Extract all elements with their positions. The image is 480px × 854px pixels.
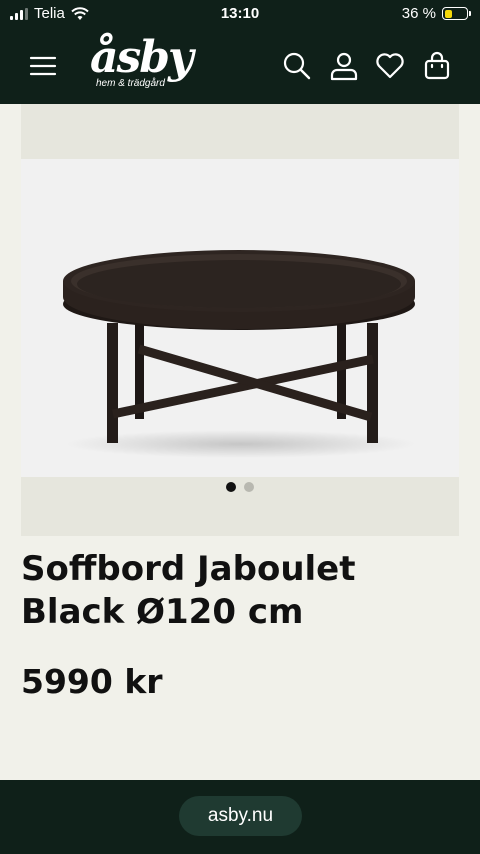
product-image-gallery[interactable] [21, 104, 459, 536]
product-photo[interactable] [21, 159, 459, 477]
account-icon[interactable] [328, 50, 360, 82]
status-bar: Telia 13:10 36 % [0, 0, 480, 28]
logo-wordmark: åsby [90, 32, 194, 83]
pagination-dot[interactable] [226, 482, 236, 492]
site-logo[interactable]: åsby hem & trädgård [90, 32, 230, 92]
battery-percent: 36 % [401, 5, 436, 22]
browser-url-field[interactable]: asby.nu [179, 796, 302, 836]
site-header: åsby hem & trädgård [0, 28, 480, 104]
status-right: 36 % [401, 5, 471, 22]
gallery-pagination [21, 482, 459, 492]
coffee-table-image [63, 250, 416, 458]
product-title: Soffbord Jaboulet Black Ø120 cm [21, 549, 356, 632]
menu-icon[interactable] [27, 50, 59, 82]
logo-subtitle: hem & trädgård [96, 78, 165, 89]
top-bar: Telia 13:10 36 % åsby hem & trädgård [0, 0, 480, 104]
product-price: 5990 kr [21, 662, 163, 701]
wishlist-heart-icon[interactable] [374, 50, 406, 82]
pagination-dot[interactable] [244, 482, 254, 492]
search-icon[interactable] [281, 50, 313, 82]
browser-bottom-bar: asby.nu [0, 780, 480, 854]
cart-bag-icon[interactable] [421, 50, 453, 82]
battery-icon [442, 7, 471, 20]
